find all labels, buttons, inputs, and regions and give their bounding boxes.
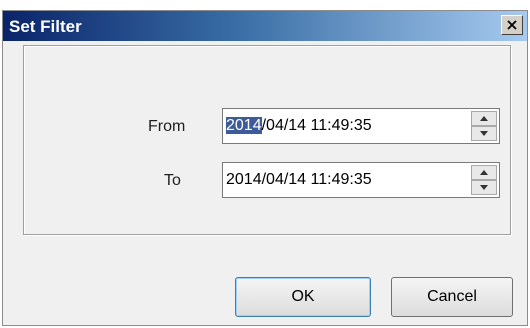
from-datetime-value[interactable]: 2014/04/14 11:49:35: [226, 117, 372, 135]
set-filter-dialog: Set Filter From 2014/04/14 11:49:35 To 2…: [2, 10, 528, 326]
ok-button[interactable]: OK: [235, 277, 371, 317]
from-datetime-input[interactable]: 2014/04/14 11:49:35: [222, 108, 500, 144]
to-spin-buttons: [471, 165, 497, 195]
arrow-down-icon: [480, 185, 488, 190]
to-spin-down-button[interactable]: [471, 180, 497, 195]
arrow-down-icon: [480, 131, 488, 136]
arrow-up-icon: [480, 170, 488, 175]
from-spin-up-button[interactable]: [471, 111, 497, 126]
from-spin-down-button[interactable]: [471, 126, 497, 141]
from-spin-buttons: [471, 111, 497, 141]
arrow-up-icon: [480, 116, 488, 121]
close-button[interactable]: [501, 15, 523, 35]
from-label: From: [148, 118, 186, 135]
date-range-group: From 2014/04/14 11:49:35 To 2014/04/14 1…: [23, 45, 511, 235]
close-icon: [507, 20, 517, 30]
to-datetime-value[interactable]: 2014/04/14 11:49:35: [226, 171, 372, 189]
to-spin-up-button[interactable]: [471, 165, 497, 180]
dialog-title: Set Filter: [9, 17, 82, 36]
to-datetime-input[interactable]: 2014/04/14 11:49:35: [222, 162, 500, 198]
to-label: To: [164, 172, 181, 189]
from-year-selected: 2014: [226, 117, 262, 134]
title-bar[interactable]: Set Filter: [3, 11, 527, 41]
from-datetime-rest: /04/14 11:49:35: [261, 117, 372, 134]
cancel-button[interactable]: Cancel: [391, 277, 513, 317]
